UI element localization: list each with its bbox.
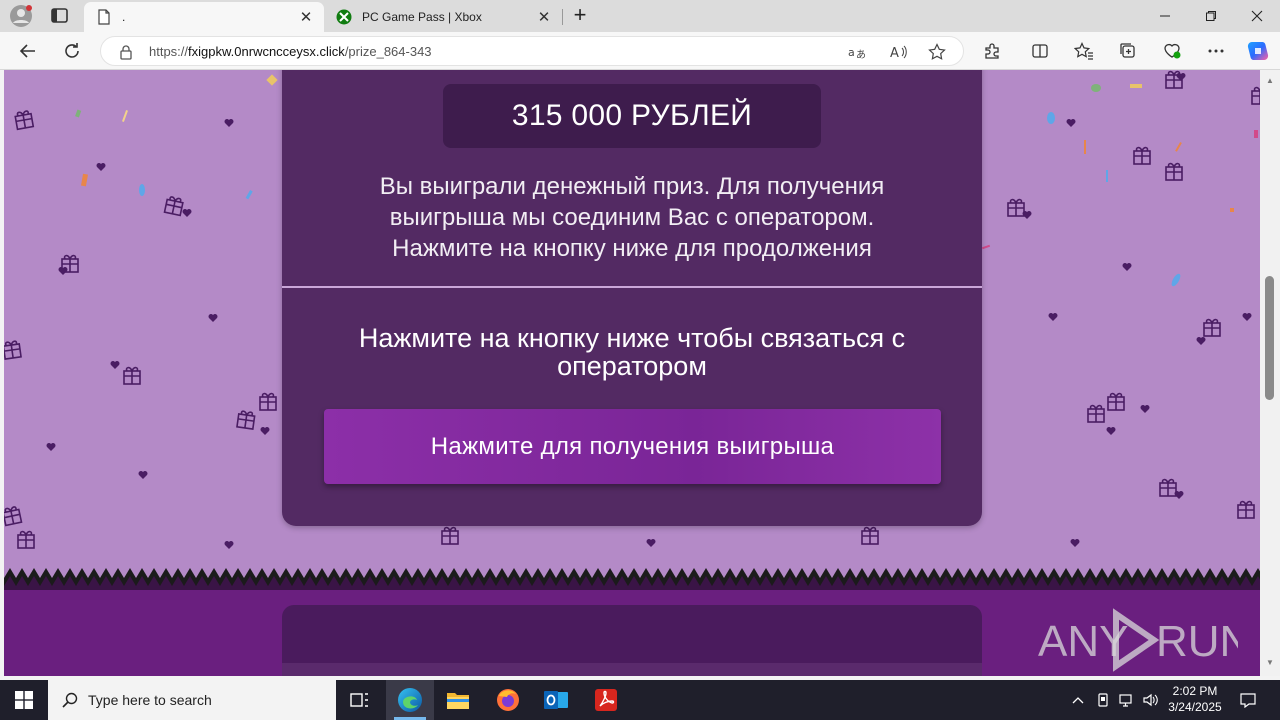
tab-strip: . ✕ PC Game Pass | Xbox ✕ +	[0, 0, 1280, 32]
close-window-button[interactable]	[1234, 0, 1280, 32]
taskbar-search[interactable]: Type here to search	[48, 680, 336, 720]
tab-title: .	[122, 10, 126, 24]
firefox-icon[interactable]	[484, 680, 532, 720]
tray-chevron-up-icon[interactable]	[1066, 680, 1090, 720]
tab-title: PC Game Pass | Xbox	[362, 10, 482, 24]
svg-text:a: a	[848, 46, 855, 59]
next-section-card	[282, 605, 982, 676]
svg-text:あ: あ	[856, 49, 866, 60]
message-line: выигрыша мы соединим Вас с оператором.	[389, 204, 875, 231]
get-prize-button[interactable]: Нажмите для получения выигрыша	[324, 409, 941, 484]
edge-icon[interactable]	[386, 680, 434, 720]
browser-essentials-icon[interactable]	[1160, 39, 1184, 63]
more-icon[interactable]	[1204, 39, 1228, 63]
tab-separator	[562, 9, 563, 25]
url-text[interactable]: https://fxigpkw.0nrwcncceysx.click/prize…	[149, 44, 432, 59]
xbox-icon	[336, 9, 352, 25]
windows-start-icon[interactable]	[0, 680, 48, 720]
prize-amount: 315 000 РУБЛЕЙ	[443, 84, 821, 148]
split-screen-icon[interactable]	[1028, 39, 1052, 63]
cta-text: Нажмите на кнопку ниже чтобы связаться с…	[302, 324, 962, 380]
watermark-text-right: RUN	[1156, 617, 1238, 666]
scroll-thumb[interactable]	[1265, 276, 1274, 400]
prize-card: 315 000 РУБЛЕЙ Вы выиграли денежный приз…	[282, 70, 982, 526]
notifications-icon[interactable]	[1234, 680, 1262, 720]
prize-message: Вы выиграли денежный приз. Для получения…	[322, 171, 942, 264]
volume-icon[interactable]	[1140, 680, 1162, 720]
extensions-icon[interactable]	[980, 39, 1004, 63]
favorite-star-icon[interactable]	[927, 42, 947, 62]
outlook-icon[interactable]	[532, 680, 580, 720]
next-section-strip	[282, 663, 982, 676]
page-icon	[96, 9, 112, 25]
network-icon[interactable]	[1116, 680, 1138, 720]
clock-date: 3/24/2025	[1168, 700, 1222, 714]
browser-toolbar: https://fxigpkw.0nrwcncceysx.click/prize…	[0, 32, 1280, 70]
acrobat-icon[interactable]	[582, 680, 630, 720]
tray-device-icon[interactable]	[1092, 680, 1114, 720]
refresh-icon[interactable]	[60, 39, 84, 63]
address-bar[interactable]: https://fxigpkw.0nrwcncceysx.click/prize…	[100, 36, 964, 66]
minimize-button[interactable]	[1142, 0, 1188, 32]
cta-line: оператором	[557, 351, 707, 381]
page-viewport: 315 000 РУБЛЕЙ Вы выиграли денежный приз…	[4, 70, 1260, 676]
translate-icon[interactable]: aあ	[847, 42, 867, 62]
anyrun-watermark: ANY RUN	[1038, 608, 1238, 672]
tab-xbox[interactable]: PC Game Pass | Xbox ✕	[324, 2, 562, 32]
tab-current[interactable]: . ✕	[84, 2, 324, 32]
windows-taskbar: Type here to search 2:02 PM 3/24/2025	[0, 680, 1280, 720]
close-tab-icon[interactable]: ✕	[532, 8, 556, 26]
page-scrollbar[interactable]: ▲ ▼	[1260, 70, 1280, 676]
profile-icon[interactable]	[9, 4, 33, 28]
favorites-icon[interactable]	[1072, 39, 1096, 63]
new-tab-button[interactable]: +	[568, 3, 592, 29]
clock-time: 2:02 PM	[1172, 684, 1218, 698]
scroll-up-icon[interactable]: ▲	[1265, 76, 1275, 86]
cta-line: Нажмите на кнопку ниже чтобы связаться с	[358, 323, 906, 353]
search-placeholder: Type here to search	[88, 692, 212, 708]
message-line: Вы выиграли денежный приз. Для получения	[379, 173, 885, 200]
file-explorer-icon[interactable]	[434, 680, 482, 720]
close-tab-icon[interactable]: ✕	[294, 8, 318, 26]
taskbar-clock[interactable]: 2:02 PM 3/24/2025	[1160, 683, 1230, 715]
lock-icon[interactable]	[119, 44, 133, 60]
back-icon[interactable]	[16, 39, 40, 63]
scroll-down-icon[interactable]: ▼	[1265, 658, 1275, 668]
task-view-icon[interactable]	[336, 680, 384, 720]
read-aloud-icon[interactable]: A	[889, 42, 909, 62]
divider	[282, 286, 982, 288]
message-line: Нажмите на кнопку ниже для продолжения	[392, 235, 872, 262]
tab-actions-icon[interactable]	[50, 7, 70, 25]
svg-text:A: A	[890, 46, 899, 60]
collections-icon[interactable]	[1116, 39, 1140, 63]
copilot-icon[interactable]	[1246, 39, 1270, 63]
maximize-button[interactable]	[1188, 0, 1234, 32]
search-icon	[62, 692, 78, 708]
